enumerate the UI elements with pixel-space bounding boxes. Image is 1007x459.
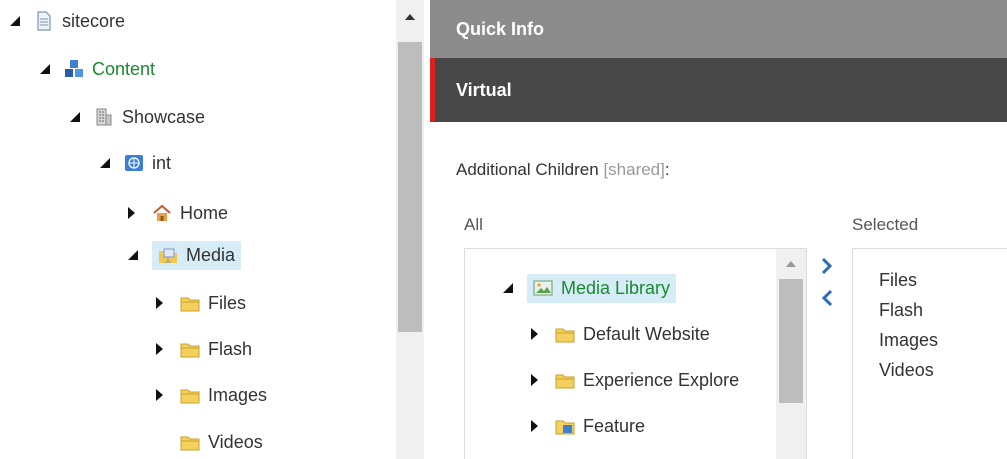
item-editor: Quick Info Virtual Additional Children [… — [430, 0, 1007, 459]
media-folder-icon — [158, 245, 178, 265]
tree-item-flash[interactable]: Flash — [154, 332, 252, 366]
scroll-up-arrow-icon[interactable] — [786, 261, 796, 267]
tree-item-label: Flash — [208, 338, 253, 359]
tree-item-label: Home — [180, 202, 229, 223]
collapse-arrow-icon[interactable] — [126, 207, 138, 219]
tree-item-label: Files — [208, 292, 247, 313]
selected-item[interactable]: Files — [879, 265, 1007, 295]
tree-item-home[interactable]: Home — [126, 196, 228, 230]
collapse-arrow-icon[interactable] — [154, 343, 166, 355]
tree-item-label: Feature — [583, 415, 646, 436]
section-title: Virtual — [456, 79, 512, 100]
folder-icon — [180, 432, 200, 452]
folder-icon — [555, 370, 575, 390]
tree-item-media[interactable]: Media — [126, 238, 242, 272]
move-left-button[interactable] — [820, 288, 840, 312]
all-column-header: All — [464, 215, 483, 234]
expand-arrow-icon[interactable] — [68, 111, 80, 123]
tree-item-label: Showcase — [122, 106, 206, 127]
media-library-icon — [533, 278, 553, 298]
selected-item[interactable]: Videos — [879, 355, 1007, 385]
expand-arrow-icon[interactable] — [126, 249, 138, 261]
collapse-arrow-icon[interactable] — [154, 389, 166, 401]
tree-scrollbar[interactable] — [396, 0, 424, 459]
expand-arrow-icon[interactable] — [38, 63, 50, 75]
selected-item[interactable]: Flash — [879, 295, 1007, 325]
tree-item-label: Videos — [208, 431, 263, 452]
globe-icon — [124, 153, 144, 173]
field-label: Additional Children [shared]: — [456, 160, 670, 180]
home-icon — [152, 203, 172, 223]
expand-arrow-icon[interactable] — [8, 15, 20, 27]
chevron-left-icon — [821, 289, 833, 307]
tree-item-label: Images — [208, 384, 268, 405]
move-right-button[interactable] — [820, 256, 840, 280]
content-tree: sitecore Content Showcase int Home Media… — [0, 0, 396, 459]
scroll-up-arrow-icon[interactable] — [405, 14, 415, 20]
tree-item-selection[interactable]: Media Library — [527, 273, 677, 303]
section-virtual[interactable]: Virtual — [430, 58, 1007, 122]
chevron-right-icon — [821, 257, 833, 275]
tree-item-media-library[interactable]: Media Library — [501, 271, 677, 305]
tree-item-content[interactable]: Content — [38, 52, 155, 86]
section-quick-info[interactable]: Quick Info — [430, 0, 1007, 58]
tree-item-feature[interactable]: Feature — [529, 409, 645, 443]
folder-icon — [555, 324, 575, 344]
tree-item-label: Media — [186, 244, 236, 265]
field-colon: : — [664, 160, 670, 179]
collapse-arrow-icon[interactable] — [529, 328, 541, 340]
scroll-thumb[interactable] — [398, 42, 422, 332]
shared-tag: [shared] — [603, 160, 665, 179]
selected-column-header: Selected — [852, 215, 919, 234]
tree-item-images[interactable]: Images — [154, 378, 267, 412]
tree-item-label: Default Website — [583, 323, 710, 344]
tree-item-label: Media Library — [561, 277, 671, 298]
tree-item-label: int — [152, 152, 172, 173]
expand-arrow-icon[interactable] — [98, 157, 110, 169]
tree-item-int[interactable]: int — [98, 146, 171, 180]
selected-item[interactable]: Images — [879, 325, 1007, 355]
document-icon — [34, 11, 54, 31]
folder-icon — [180, 385, 200, 405]
tree-item-label: sitecore — [62, 10, 126, 31]
selected-items-list: Files Flash Images Videos — [852, 248, 1007, 459]
collapse-arrow-icon[interactable] — [529, 420, 541, 432]
field-name: Additional Children — [456, 160, 599, 179]
tree-item-label: Experience Explore — [583, 369, 740, 390]
tree-item-default-website[interactable]: Default Website — [529, 317, 710, 351]
feature-folder-icon — [555, 416, 575, 436]
all-list-scrollbar[interactable] — [776, 249, 806, 459]
all-items-tree: Media Library Default Website Experience… — [464, 248, 807, 459]
scroll-thumb[interactable] — [779, 279, 803, 403]
tree-item-selection[interactable]: Media — [152, 240, 242, 270]
tree-item-videos[interactable]: Videos — [154, 425, 263, 459]
folder-icon — [180, 293, 200, 313]
tree-item-label: Content — [92, 58, 156, 79]
content-cubes-icon — [64, 59, 84, 79]
building-icon — [94, 107, 114, 127]
tree-item-experience-explorer[interactable]: Experience Explore — [529, 363, 739, 397]
collapse-arrow-icon[interactable] — [529, 374, 541, 386]
tree-item-files[interactable]: Files — [154, 286, 246, 320]
tree-item-showcase[interactable]: Showcase — [68, 100, 205, 134]
tree-item-sitecore[interactable]: sitecore — [8, 4, 125, 38]
expand-arrow-icon[interactable] — [501, 282, 513, 294]
folder-icon — [180, 339, 200, 359]
collapse-arrow-icon[interactable] — [154, 297, 166, 309]
section-title: Quick Info — [456, 18, 545, 39]
